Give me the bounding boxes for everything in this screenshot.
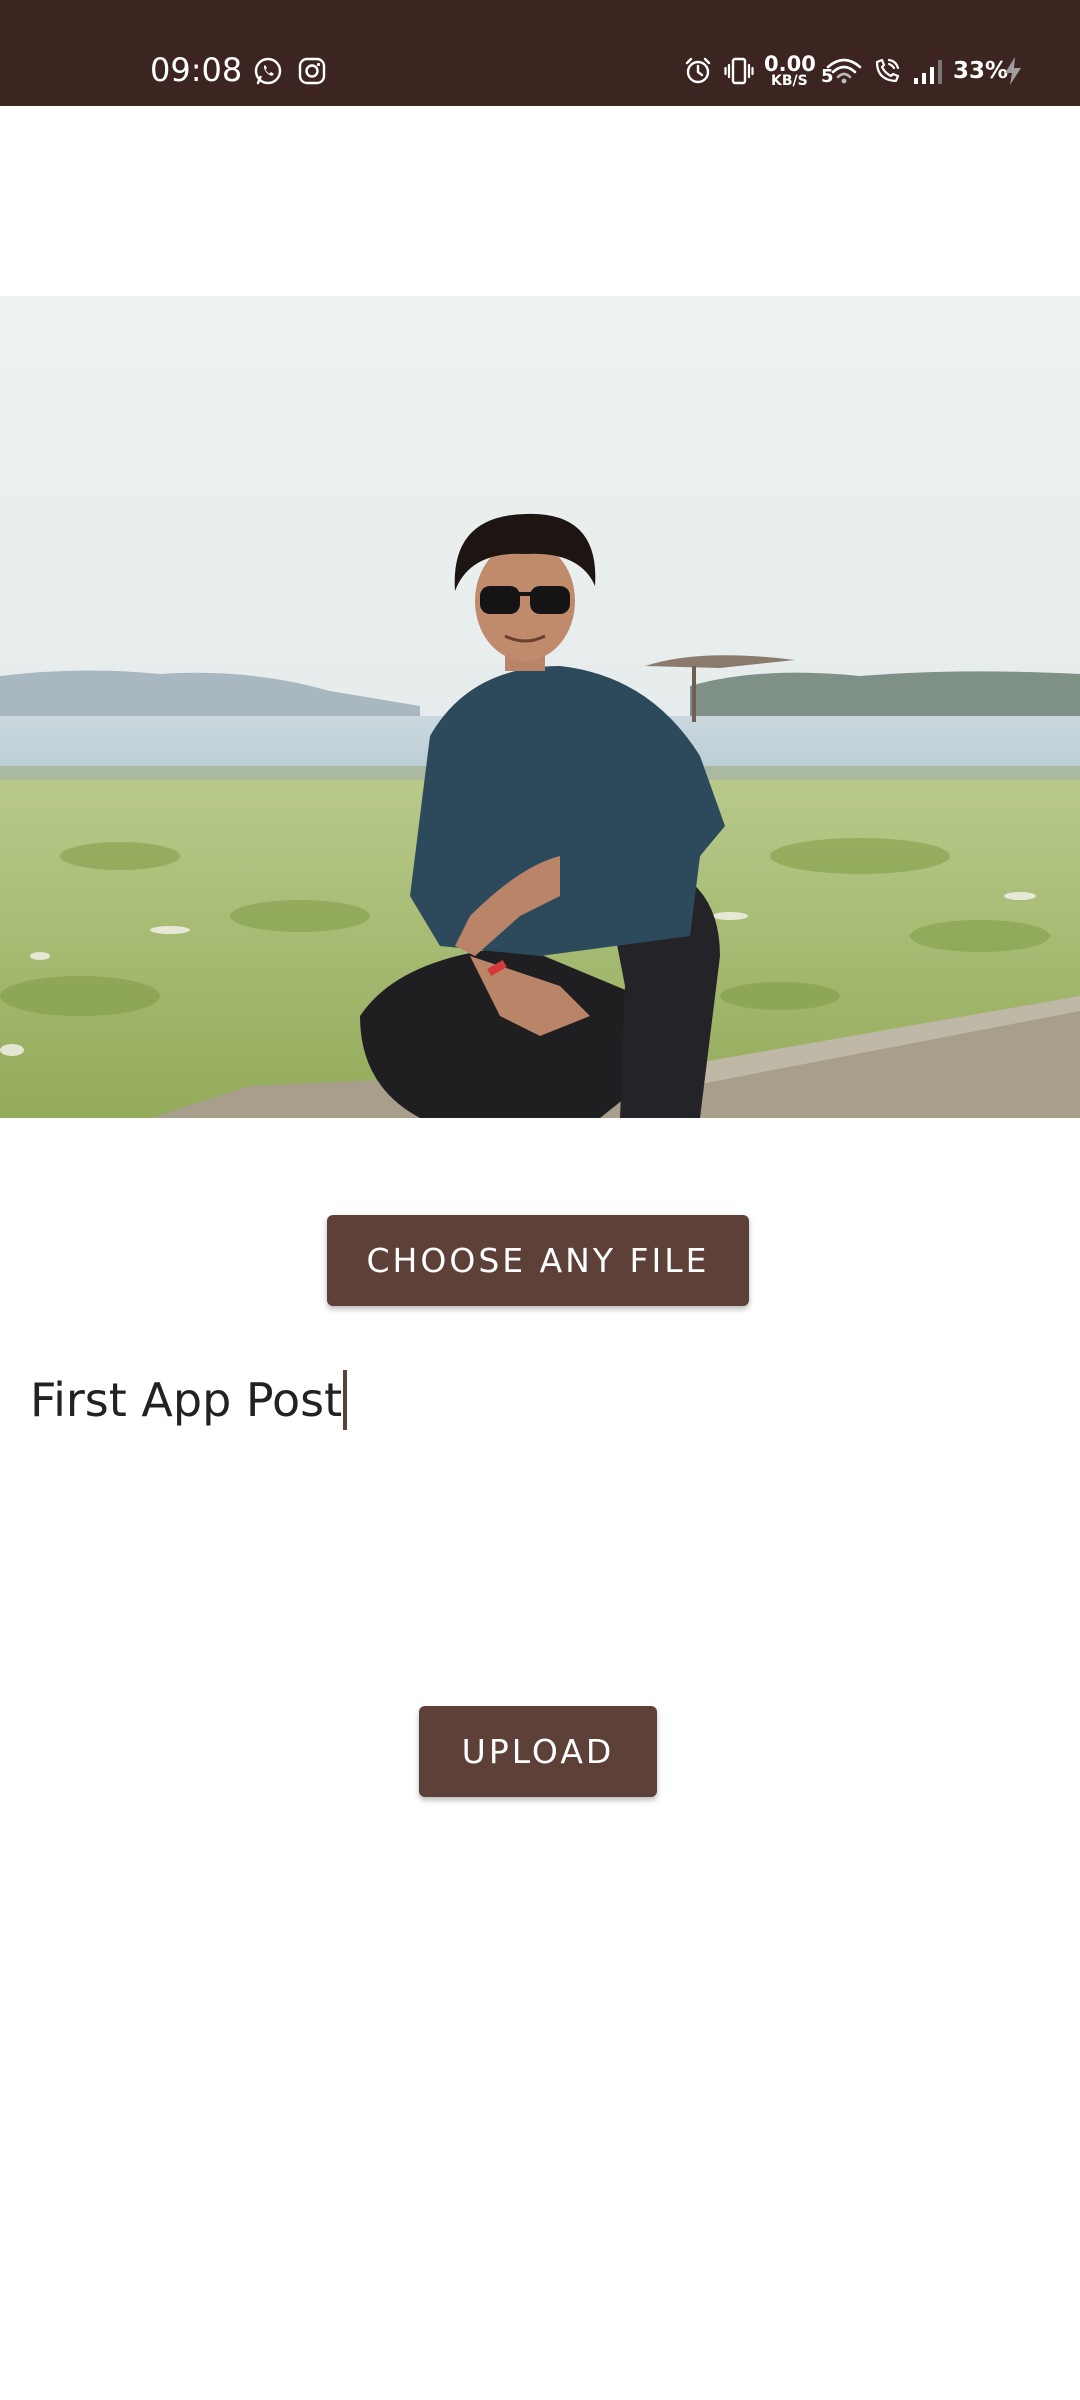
alarm-icon bbox=[685, 57, 711, 84]
whatsapp-icon bbox=[254, 57, 282, 85]
instagram-icon bbox=[298, 57, 326, 85]
status-time: 09:08 bbox=[150, 51, 243, 89]
caption-input-value: First App Post bbox=[30, 1373, 343, 1427]
image-preview bbox=[0, 296, 1080, 1118]
wifi-calling-icon bbox=[875, 58, 900, 83]
wifi-icon bbox=[826, 58, 862, 84]
charging-icon bbox=[1005, 57, 1021, 85]
battery-percent: 33% bbox=[953, 58, 1009, 84]
choose-file-button[interactable]: CHOOSE ANY FILE bbox=[327, 1215, 749, 1306]
signal-icon bbox=[914, 60, 942, 84]
text-cursor bbox=[343, 1370, 348, 1430]
network-speed-unit: KB/S bbox=[771, 73, 808, 89]
upload-button[interactable]: UPLOAD bbox=[419, 1706, 657, 1797]
status-bar: 09:08 0.00 KB/S 5 33% bbox=[0, 0, 1080, 106]
vibrate-icon bbox=[724, 57, 754, 85]
caption-input[interactable]: First App Post bbox=[30, 1368, 1050, 1432]
